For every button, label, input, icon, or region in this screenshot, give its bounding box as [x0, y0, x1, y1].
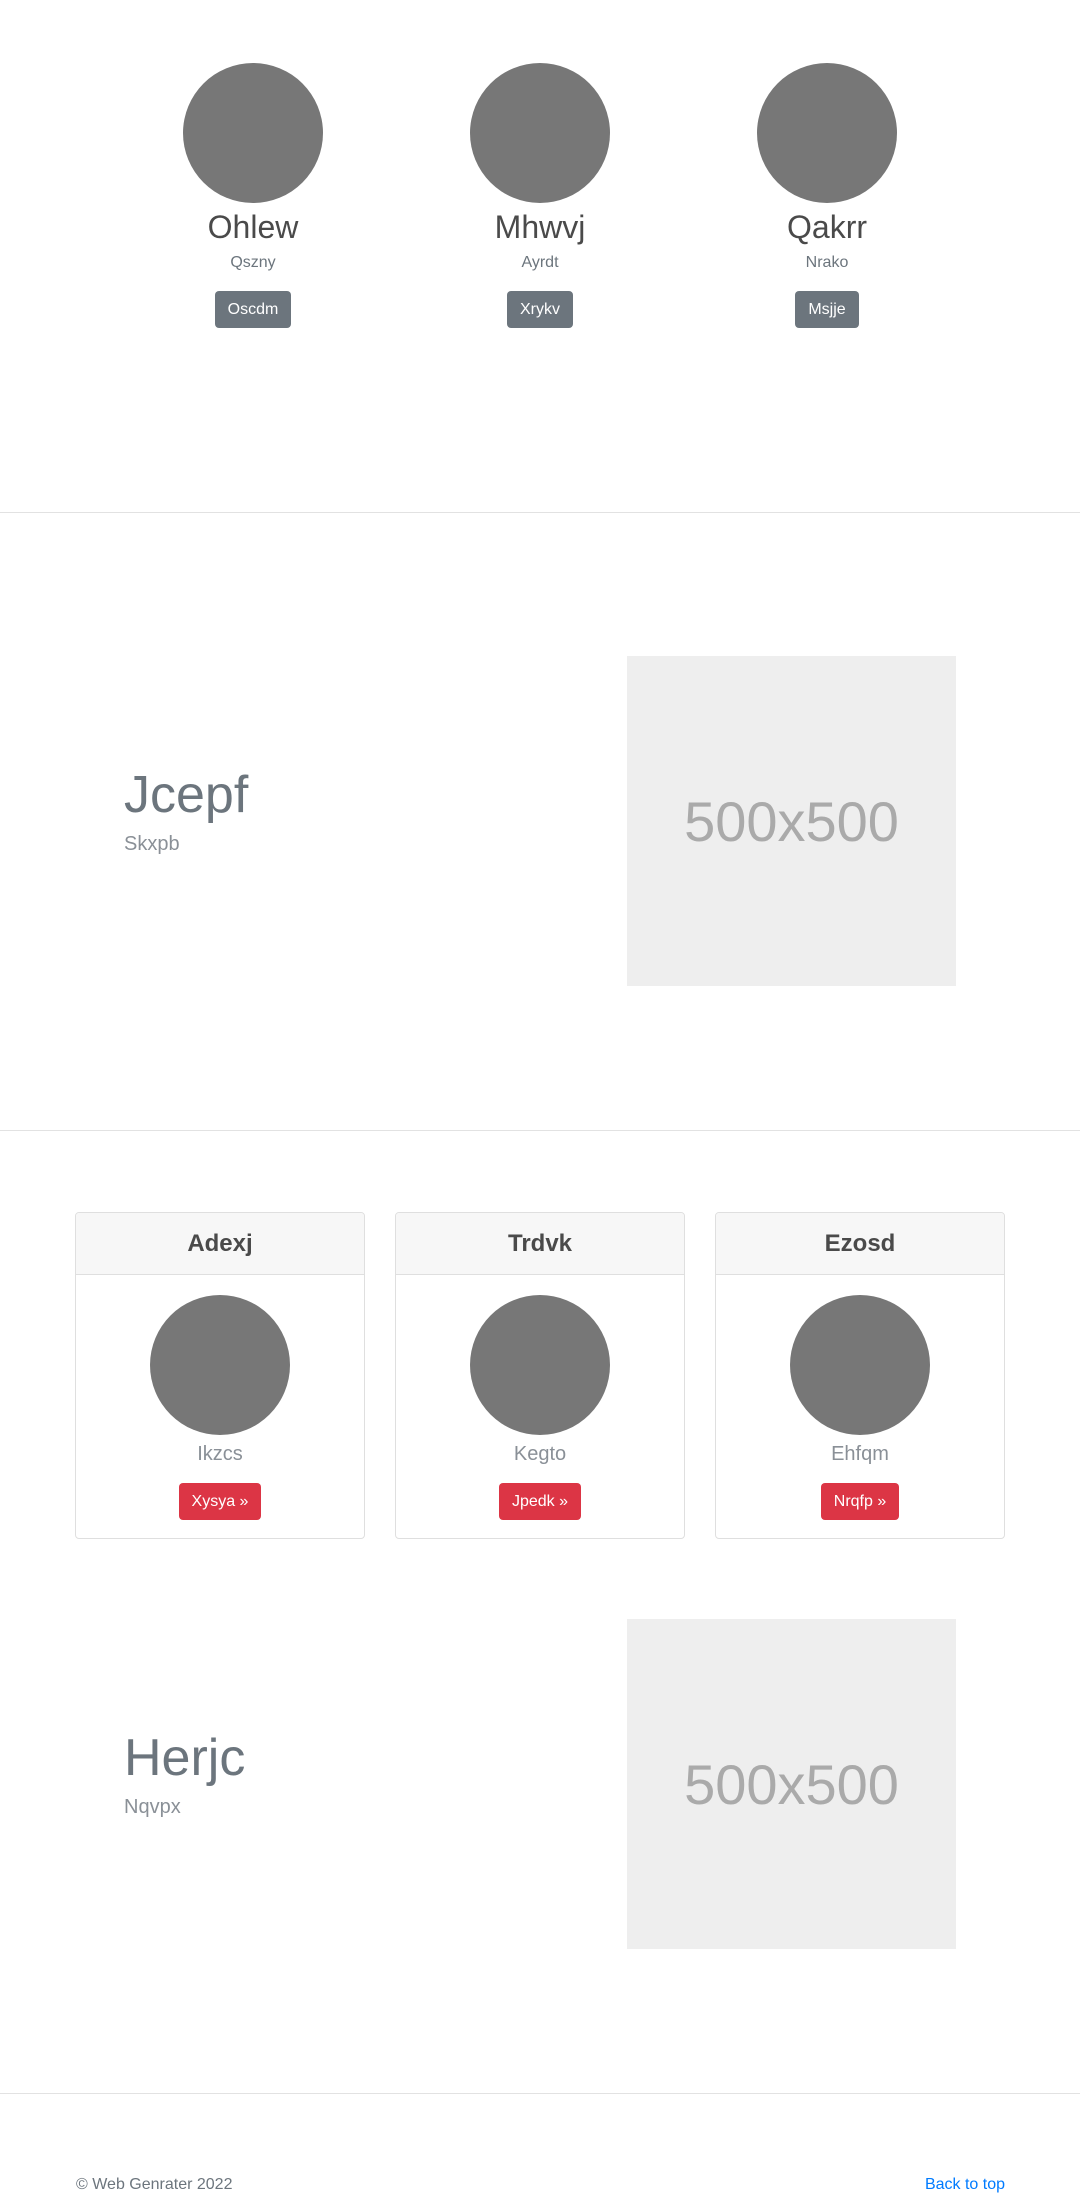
- people-section: Ohlew Qszny Oscdm Mhwvj Ayrdt Xrykv Qakr…: [0, 0, 1080, 512]
- featurette-heading: Jcepf: [124, 766, 249, 824]
- card-subtitle: Ehfqm: [831, 1443, 889, 1465]
- pricing-card: Ezosd Ehfqm Nrqfp »: [715, 1212, 1005, 1539]
- card-title: Ezosd: [716, 1213, 1004, 1275]
- person-subtitle: Ayrdt: [521, 254, 559, 271]
- card-subtitle: Ikzcs: [197, 1443, 243, 1465]
- card-button[interactable]: Xysya »: [178, 1483, 262, 1520]
- featurette-subheading: Skxpb: [124, 833, 180, 855]
- featurette-heading: Herjc: [124, 1729, 246, 1787]
- person-button[interactable]: Xrykv: [507, 291, 573, 328]
- card-button[interactable]: Jpedk »: [498, 1483, 582, 1520]
- avatar: [183, 63, 323, 203]
- featurette-image-placeholder: 500x500: [627, 1619, 956, 1949]
- pricing-card: Adexj Ikzcs Xysya »: [75, 1212, 365, 1539]
- card-title: Trdvk: [396, 1213, 684, 1275]
- section-divider: [0, 512, 1080, 513]
- featurette-image-placeholder: 500x500: [627, 656, 956, 986]
- card-body: Kegto Jpedk »: [396, 1275, 684, 1520]
- person-card: Mhwvj Ayrdt Xrykv: [390, 63, 690, 328]
- avatar: [470, 1295, 610, 1435]
- person-name: Ohlew: [207, 209, 299, 245]
- placeholder-label: 500x500: [684, 789, 899, 853]
- person-name: Qakrr: [787, 209, 867, 245]
- footer-copyright: © Web Genrater 2022: [76, 2176, 233, 2193]
- person-subtitle: Nrako: [805, 254, 849, 271]
- card-body: Ikzcs Xysya »: [76, 1275, 364, 1520]
- featurette-subheading: Nqvpx: [124, 1796, 181, 1818]
- back-to-top-link[interactable]: Back to top: [925, 2175, 1005, 2195]
- avatar: [470, 63, 610, 203]
- card-button[interactable]: Nrqfp »: [820, 1483, 900, 1520]
- person-subtitle: Qszny: [230, 254, 276, 271]
- card-title: Adexj: [76, 1213, 364, 1275]
- pricing-card: Trdvk Kegto Jpedk »: [395, 1212, 685, 1539]
- card-body: Ehfqm Nrqfp »: [716, 1275, 1004, 1520]
- avatar: [150, 1295, 290, 1435]
- avatar: [790, 1295, 930, 1435]
- person-button[interactable]: Oscdm: [214, 291, 292, 328]
- person-card: Qakrr Nrako Msjje: [677, 63, 977, 328]
- person-name: Mhwvj: [494, 209, 586, 245]
- person-button[interactable]: Msjje: [795, 291, 859, 328]
- card-subtitle: Kegto: [513, 1443, 567, 1465]
- section-divider: [0, 2093, 1080, 2094]
- person-card: Ohlew Qszny Oscdm: [103, 63, 403, 328]
- placeholder-label: 500x500: [684, 1752, 899, 1816]
- avatar: [757, 63, 897, 203]
- section-divider: [0, 1130, 1080, 1131]
